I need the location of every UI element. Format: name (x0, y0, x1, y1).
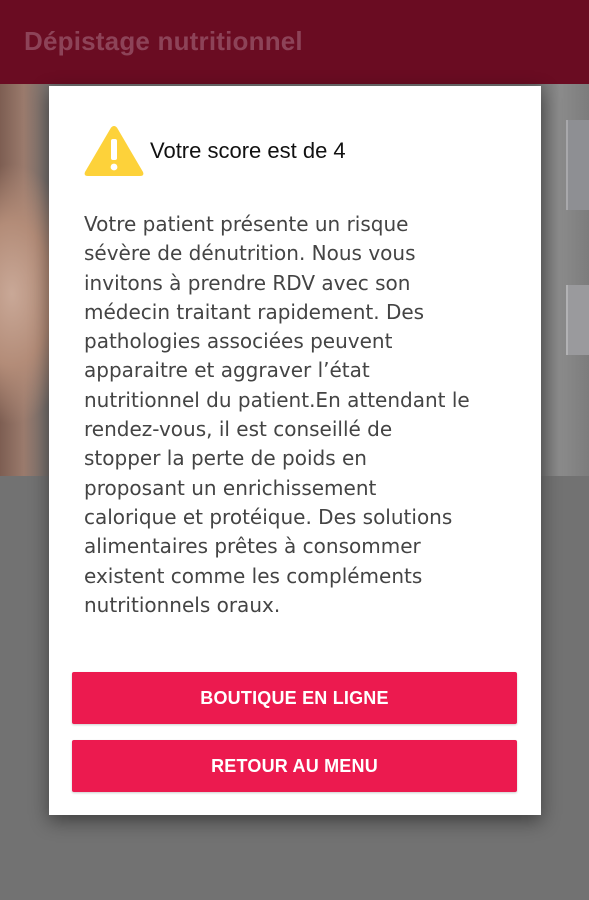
warning-triangle-icon (84, 126, 144, 176)
app-bar: Dépistage nutritionnel (0, 0, 589, 84)
dialog-message: Votre patient présente un risque sévère … (84, 212, 470, 617)
app-bar-title: Dépistage nutritionnel (24, 26, 303, 56)
back-to-menu-button[interactable]: RETOUR AU MENU (72, 740, 517, 792)
online-shop-button[interactable]: BOUTIQUE EN LIGNE (72, 672, 517, 724)
dialog-title: Votre score est de 4 (150, 138, 346, 163)
background-picture-frame (566, 285, 589, 355)
background-picture-frame (566, 120, 589, 210)
score-dialog: Votre score est de 4 Votre patient prése… (49, 86, 541, 815)
dialog-header: Votre score est de 4 (83, 124, 503, 178)
